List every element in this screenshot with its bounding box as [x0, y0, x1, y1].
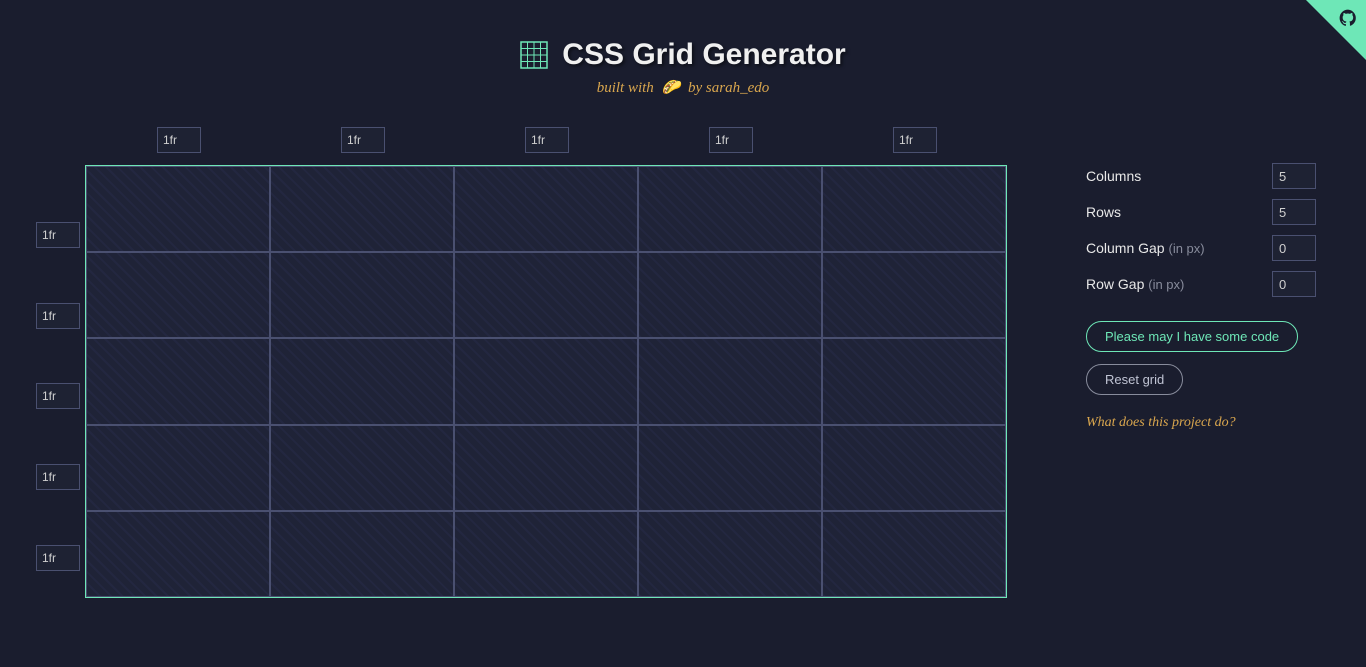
grid-cell[interactable] [270, 338, 454, 424]
grid-cell[interactable] [638, 511, 822, 597]
grid-cell[interactable] [270, 252, 454, 338]
subtitle-author[interactable]: sarah_edo [706, 80, 769, 96]
page-title: CSS Grid Generator [562, 38, 845, 72]
row-unit-input-3[interactable] [36, 464, 80, 490]
grid-cell[interactable] [822, 166, 1006, 252]
col-unit-input-1[interactable] [341, 127, 385, 153]
grid-cell[interactable] [270, 166, 454, 252]
grid-cell[interactable] [822, 511, 1006, 597]
grid-cell[interactable] [86, 338, 270, 424]
grid-cell[interactable] [86, 511, 270, 597]
rowgap-label: Row Gap (in px) [1086, 276, 1184, 292]
grid-cell[interactable] [86, 166, 270, 252]
grid-cell[interactable] [454, 166, 638, 252]
grid-cell[interactable] [454, 425, 638, 511]
columns-label: Columns [1086, 168, 1141, 184]
subtitle: built with 🌮 by sarah_edo [0, 78, 1366, 97]
grid-cell[interactable] [638, 166, 822, 252]
grid-cell[interactable] [86, 252, 270, 338]
subtitle-prefix: built with [597, 80, 654, 96]
grid-cell[interactable] [638, 338, 822, 424]
rowgap-input[interactable] [1272, 271, 1316, 297]
row-unit-input-4[interactable] [36, 545, 80, 571]
rows-input[interactable] [1272, 199, 1316, 225]
col-unit-input-0[interactable] [157, 127, 201, 153]
colgap-label: Column Gap (in px) [1086, 240, 1205, 256]
controls-panel: Columns Rows Column Gap (in px) Row Gap … [1086, 127, 1316, 598]
grid-panel [36, 127, 1046, 598]
row-unit-input-2[interactable] [36, 383, 80, 409]
grid-canvas[interactable] [85, 165, 1007, 598]
columns-input[interactable] [1272, 163, 1316, 189]
col-unit-input-3[interactable] [709, 127, 753, 153]
grid-cell[interactable] [454, 252, 638, 338]
col-unit-input-4[interactable] [893, 127, 937, 153]
grid-cell[interactable] [822, 338, 1006, 424]
grid-cell[interactable] [270, 511, 454, 597]
row-unit-input-1[interactable] [36, 303, 80, 329]
colgap-input[interactable] [1272, 235, 1316, 261]
row-unit-input-0[interactable] [36, 222, 80, 248]
project-info-link[interactable]: What does this project do? [1086, 415, 1316, 431]
grid-cell[interactable] [454, 511, 638, 597]
grid-cell[interactable] [638, 425, 822, 511]
col-unit-input-2[interactable] [525, 127, 569, 153]
rows-label: Rows [1086, 204, 1121, 220]
grid-cell[interactable] [270, 425, 454, 511]
grid-cell[interactable] [638, 252, 822, 338]
generate-code-button[interactable]: Please may I have some code [1086, 321, 1298, 352]
grid-logo-icon [520, 41, 548, 69]
taco-icon: 🌮 [662, 78, 681, 97]
subtitle-by: by [688, 80, 702, 96]
grid-cell[interactable] [822, 425, 1006, 511]
grid-cell[interactable] [822, 252, 1006, 338]
grid-cell[interactable] [86, 425, 270, 511]
grid-cell[interactable] [454, 338, 638, 424]
reset-grid-button[interactable]: Reset grid [1086, 364, 1183, 395]
github-icon[interactable] [1338, 8, 1358, 33]
